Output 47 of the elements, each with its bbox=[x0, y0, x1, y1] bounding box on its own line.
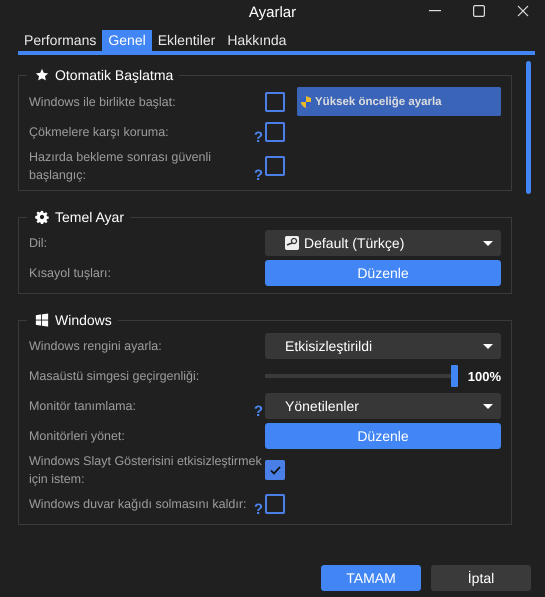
setting-label: Monitörleri yönet: bbox=[29, 428, 125, 445]
ok-button[interactable]: TAMAM bbox=[321, 565, 421, 591]
gear-icon bbox=[35, 210, 49, 224]
setting-label: Monitör tanımlama: bbox=[29, 398, 136, 415]
checkbox[interactable] bbox=[265, 494, 285, 514]
tab[interactable]: Hakkında bbox=[221, 30, 292, 51]
dropdown[interactable]: Default (Türkçe) bbox=[265, 230, 501, 256]
setting-label: Kısayol tuşları: bbox=[29, 265, 111, 282]
setting-label: Çökmelere karşı koruma: bbox=[29, 124, 169, 141]
setting-label: Hazırda bekleme sonrası güvenli başlangıç: bbox=[29, 149, 212, 184]
window-title: Ayarlar bbox=[248, 4, 296, 20]
group-title: Temel Ayar bbox=[55, 209, 124, 225]
setting-label: Windows rengini ayarla: bbox=[29, 338, 162, 355]
tab[interactable]: Genel bbox=[102, 30, 152, 51]
setting-label: Windows ile birlikte başlat: bbox=[29, 94, 176, 110]
help-mark[interactable]: ? bbox=[254, 129, 264, 146]
setting-label: Dil: bbox=[29, 235, 48, 252]
caret-icon bbox=[483, 404, 493, 408]
setting-label: Windows duvar kağıdı solmasını kaldır: bbox=[29, 496, 246, 513]
check-icon bbox=[270, 466, 280, 474]
checkbox[interactable] bbox=[265, 122, 285, 142]
shield-icon bbox=[299, 94, 313, 108]
group-title: Windows bbox=[55, 312, 112, 328]
dropdown[interactable]: Etkisizleştirildi bbox=[265, 333, 501, 359]
star-icon bbox=[35, 68, 49, 82]
caret-icon bbox=[483, 344, 493, 348]
checkbox[interactable] bbox=[265, 460, 285, 480]
tab[interactable]: Eklentiler bbox=[152, 30, 222, 51]
scrollbar[interactable] bbox=[526, 61, 531, 194]
cancel-button[interactable]: İptal bbox=[431, 565, 531, 591]
tab[interactable]: Performans bbox=[18, 30, 102, 51]
checkbox[interactable] bbox=[265, 156, 285, 176]
caret-icon bbox=[483, 240, 493, 246]
app-icon bbox=[285, 236, 299, 250]
setting-label: Masaüstü simgesi geçirgenliği: bbox=[29, 368, 200, 385]
dropdown[interactable]: Yönetilenler bbox=[265, 393, 501, 419]
checkbox[interactable] bbox=[265, 92, 285, 112]
edit-button[interactable]: Düzenle bbox=[265, 260, 501, 286]
help-mark[interactable]: ? bbox=[254, 403, 264, 420]
windows-logo-icon bbox=[35, 313, 49, 327]
help-mark[interactable]: ? bbox=[254, 167, 264, 184]
priority-button[interactable]: Yüksek önceliğe ayarla bbox=[297, 87, 501, 116]
help-mark[interactable]: ? bbox=[254, 501, 264, 518]
slider-value: 100% bbox=[468, 368, 501, 384]
edit-button[interactable]: Düzenle bbox=[265, 423, 501, 449]
group-title: Otomatik Başlatma bbox=[55, 67, 174, 83]
setting-label: Windows Slayt Gösterisini etkisizleştirmek için istem: bbox=[29, 453, 263, 488]
